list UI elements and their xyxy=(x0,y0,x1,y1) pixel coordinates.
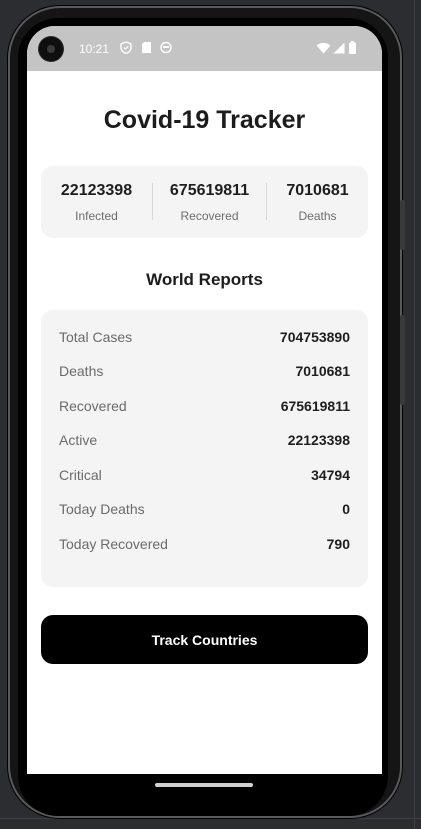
report-value: 7010681 xyxy=(295,363,350,379)
track-countries-button[interactable]: Track Countries xyxy=(41,615,368,664)
deaths-stat: 7010681 Deaths xyxy=(267,166,368,238)
face-icon xyxy=(160,41,172,54)
report-row-active: Active 22123398 xyxy=(59,430,350,452)
report-value: 22123398 xyxy=(287,432,350,448)
navigation-bar xyxy=(27,774,382,798)
world-reports-title: World Reports xyxy=(146,270,263,289)
report-row-recovered: Recovered 675619811 xyxy=(59,396,350,418)
app-screen: 10:21 Covid-19 Tracker 22123398 Infected… xyxy=(27,26,382,774)
report-value: 704753890 xyxy=(279,329,350,345)
sd-card-icon xyxy=(142,42,151,53)
report-row-today-recovered: Today Recovered 790 xyxy=(59,534,350,556)
report-row-critical: Critical 34794 xyxy=(59,465,350,487)
report-value: 675619811 xyxy=(280,398,350,414)
report-label: Recovered xyxy=(59,398,127,414)
signal-icon xyxy=(333,42,345,54)
infected-label: Infected xyxy=(75,209,118,223)
report-label: Deaths xyxy=(59,363,104,379)
app-title: Covid-19 Tracker xyxy=(103,106,306,134)
status-bar: 10:21 xyxy=(27,26,382,71)
home-gesture-handle[interactable] xyxy=(155,783,253,787)
deaths-label: Deaths xyxy=(298,209,337,223)
battery-icon xyxy=(349,41,356,54)
report-label: Critical xyxy=(59,467,102,483)
report-label: Active xyxy=(59,432,98,448)
report-label: Today Recovered xyxy=(59,536,168,552)
infected-stat: 22123398 Infected xyxy=(41,166,152,238)
recovered-value: 675619811 xyxy=(169,182,250,199)
shield-icon xyxy=(120,41,132,54)
recovered-stat: 675619811 Recovered xyxy=(153,166,266,238)
summary-card: 22123398 Infected 675619811 Recovered 70… xyxy=(41,166,368,238)
window-edge xyxy=(414,0,415,829)
report-label: Total Cases xyxy=(59,329,133,345)
deaths-value: 7010681 xyxy=(286,182,349,199)
volume-button[interactable] xyxy=(400,315,405,405)
wifi-icon xyxy=(316,42,331,54)
status-time: 10:21 xyxy=(79,42,110,56)
power-button[interactable] xyxy=(400,200,405,250)
report-label: Today Deaths xyxy=(59,501,145,517)
infected-value: 22123398 xyxy=(60,182,133,199)
report-value: 0 xyxy=(342,501,350,517)
report-value: 790 xyxy=(326,536,350,552)
front-camera-icon xyxy=(39,37,63,61)
recovered-label: Recovered xyxy=(180,209,239,223)
emulator-background: 10:21 Covid-19 Tracker 22123398 Infected… xyxy=(0,0,421,829)
world-reports-card: Total Cases 704753890 Deaths 7010681 Rec… xyxy=(41,310,368,587)
report-row-deaths: Deaths 7010681 xyxy=(59,361,350,383)
report-row-today-deaths: Today Deaths 0 xyxy=(59,499,350,521)
window-edge xyxy=(0,818,421,819)
report-value: 34794 xyxy=(311,467,350,483)
report-row-total-cases: Total Cases 704753890 xyxy=(59,327,350,349)
